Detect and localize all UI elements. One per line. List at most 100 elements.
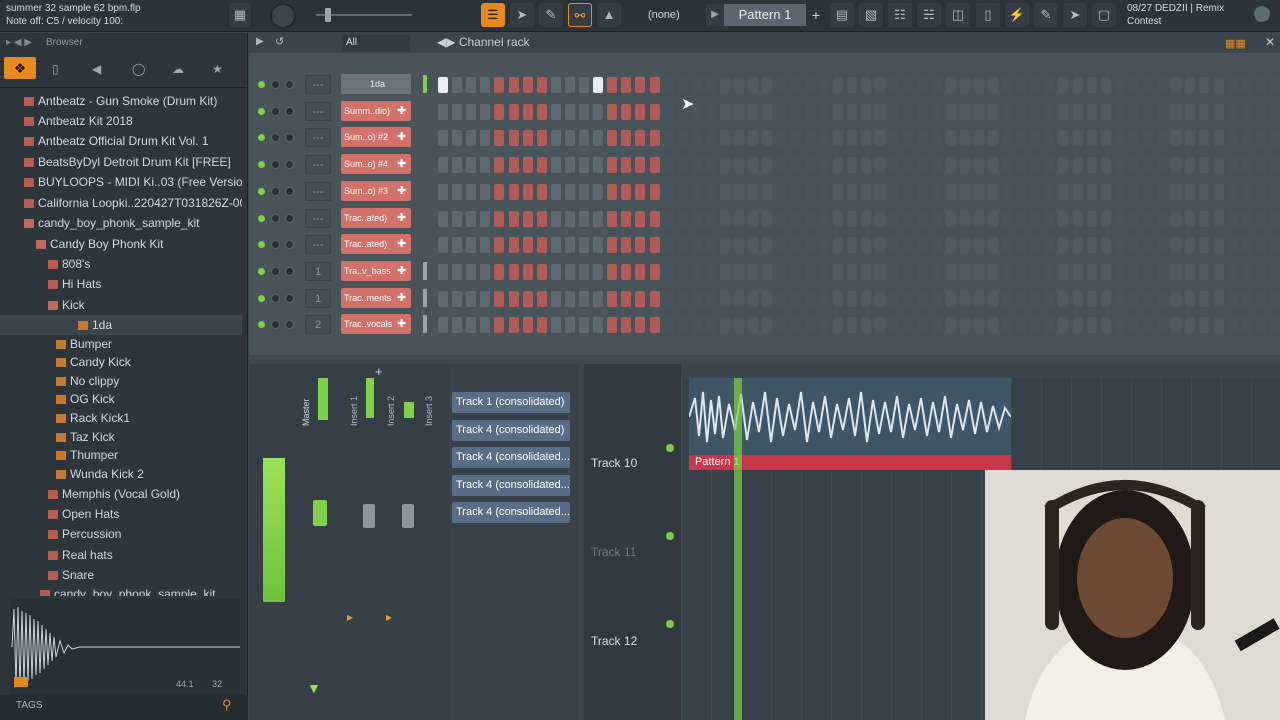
step-button[interactable] <box>691 237 702 254</box>
step-button[interactable] <box>677 77 688 93</box>
step-button[interactable] <box>1213 183 1224 200</box>
stamp-icon[interactable]: ➤ <box>1063 3 1087 27</box>
step-button[interactable] <box>677 157 688 174</box>
channel-mute-icon[interactable] <box>258 187 265 195</box>
step-button[interactable] <box>1241 77 1252 93</box>
step-button[interactable] <box>776 130 787 147</box>
step-button[interactable] <box>691 130 702 147</box>
step-button[interactable] <box>1128 263 1139 280</box>
step-button[interactable] <box>1185 317 1196 334</box>
step-button[interactable] <box>931 237 942 254</box>
step-button[interactable] <box>1058 183 1069 200</box>
step-button[interactable] <box>1157 77 1168 93</box>
step-button[interactable] <box>720 290 730 307</box>
step-button[interactable] <box>480 130 491 147</box>
step-button[interactable] <box>776 290 787 307</box>
step-button[interactable] <box>1185 103 1196 120</box>
step-button[interactable] <box>931 263 942 280</box>
pan-knob-icon[interactable] <box>271 240 280 250</box>
step-button[interactable] <box>466 77 477 93</box>
step-button[interactable] <box>931 103 942 120</box>
step-button[interactable] <box>973 77 984 93</box>
step-button[interactable] <box>1157 317 1168 334</box>
channel-row[interactable]: --- Trac..ated) ✚ <box>249 231 1280 258</box>
step-button[interactable] <box>579 263 589 280</box>
step-button[interactable] <box>1128 77 1139 93</box>
channel-mute-icon[interactable] <box>258 214 265 222</box>
step-button[interactable] <box>720 263 730 280</box>
step-button[interactable] <box>1269 103 1280 120</box>
step-button[interactable] <box>720 103 730 120</box>
step-button[interactable] <box>861 130 871 147</box>
step-button[interactable] <box>903 237 914 254</box>
step-button[interactable] <box>776 103 787 120</box>
step-button[interactable] <box>1002 317 1012 334</box>
step-button[interactable] <box>438 103 448 120</box>
step-button[interactable] <box>593 77 604 93</box>
step-button[interactable] <box>1044 317 1055 334</box>
step-button[interactable] <box>494 77 505 93</box>
step-button[interactable] <box>452 210 463 227</box>
step-button[interactable] <box>480 317 491 334</box>
step-button[interactable] <box>832 183 843 200</box>
step-button[interactable] <box>1213 157 1224 174</box>
clip-picker-item[interactable]: Track 4 (consolidated... <box>452 502 570 523</box>
piano-roll-icon[interactable]: ▧ <box>859 3 883 27</box>
step-button[interactable] <box>1100 237 1111 254</box>
step-button[interactable] <box>691 157 702 174</box>
step-button[interactable] <box>621 263 632 280</box>
step-button[interactable] <box>1100 130 1111 147</box>
step-button[interactable] <box>818 317 829 334</box>
step-button[interactable] <box>494 210 505 227</box>
step-button[interactable] <box>875 77 886 93</box>
step-button[interactable] <box>1241 317 1252 334</box>
step-button[interactable] <box>1100 183 1111 200</box>
metronome-icon[interactable]: ▲ <box>597 3 621 27</box>
step-button[interactable] <box>1030 157 1041 174</box>
step-button[interactable] <box>663 210 674 227</box>
step-button[interactable] <box>564 103 575 120</box>
pan-knob-icon[interactable] <box>271 133 280 143</box>
step-button[interactable] <box>1199 103 1210 120</box>
browser-file-item[interactable]: Rack Kick1 <box>56 408 130 428</box>
step-button[interactable] <box>861 237 871 254</box>
step-button[interactable] <box>832 210 843 227</box>
step-button[interactable] <box>861 103 871 120</box>
step-button[interactable] <box>889 237 900 254</box>
step-button[interactable] <box>564 263 575 280</box>
browser-file-item[interactable]: Bumper <box>56 334 112 354</box>
step-button[interactable] <box>846 130 857 147</box>
step-button[interactable] <box>861 263 871 280</box>
step-button[interactable] <box>1143 290 1153 307</box>
step-button[interactable] <box>748 183 759 200</box>
step-button[interactable] <box>1143 263 1153 280</box>
step-button[interactable] <box>790 263 801 280</box>
step-button[interactable] <box>508 77 519 93</box>
step-button[interactable] <box>508 183 519 200</box>
step-button[interactable] <box>1016 290 1027 307</box>
step-button[interactable] <box>1100 210 1111 227</box>
step-button[interactable] <box>720 183 730 200</box>
channel-row[interactable]: --- Summ..dio) ✚ <box>249 98 1280 125</box>
browser-folder-item[interactable]: Candy Boy Phonk Kit <box>36 234 163 254</box>
step-button[interactable] <box>973 130 984 147</box>
step-button[interactable] <box>875 103 886 120</box>
step-button[interactable] <box>1227 103 1238 120</box>
step-button[interactable] <box>1072 77 1083 93</box>
channel-mute-icon[interactable] <box>258 134 265 142</box>
cloud-icon[interactable]: ☁ <box>172 62 184 76</box>
step-button[interactable] <box>438 157 448 174</box>
step-button[interactable] <box>1171 183 1182 200</box>
step-button[interactable] <box>903 263 914 280</box>
step-button[interactable] <box>649 263 660 280</box>
step-button[interactable] <box>508 157 519 174</box>
step-button[interactable] <box>1072 290 1083 307</box>
channel-select-indicator[interactable] <box>423 288 427 307</box>
insert1-fader-icon[interactable] <box>363 504 375 528</box>
step-button[interactable] <box>1157 210 1168 227</box>
pan-knob-icon[interactable] <box>271 320 280 330</box>
step-button[interactable] <box>987 290 998 307</box>
step-button[interactable] <box>959 210 970 227</box>
step-button[interactable] <box>861 183 871 200</box>
step-button[interactable] <box>480 157 491 174</box>
